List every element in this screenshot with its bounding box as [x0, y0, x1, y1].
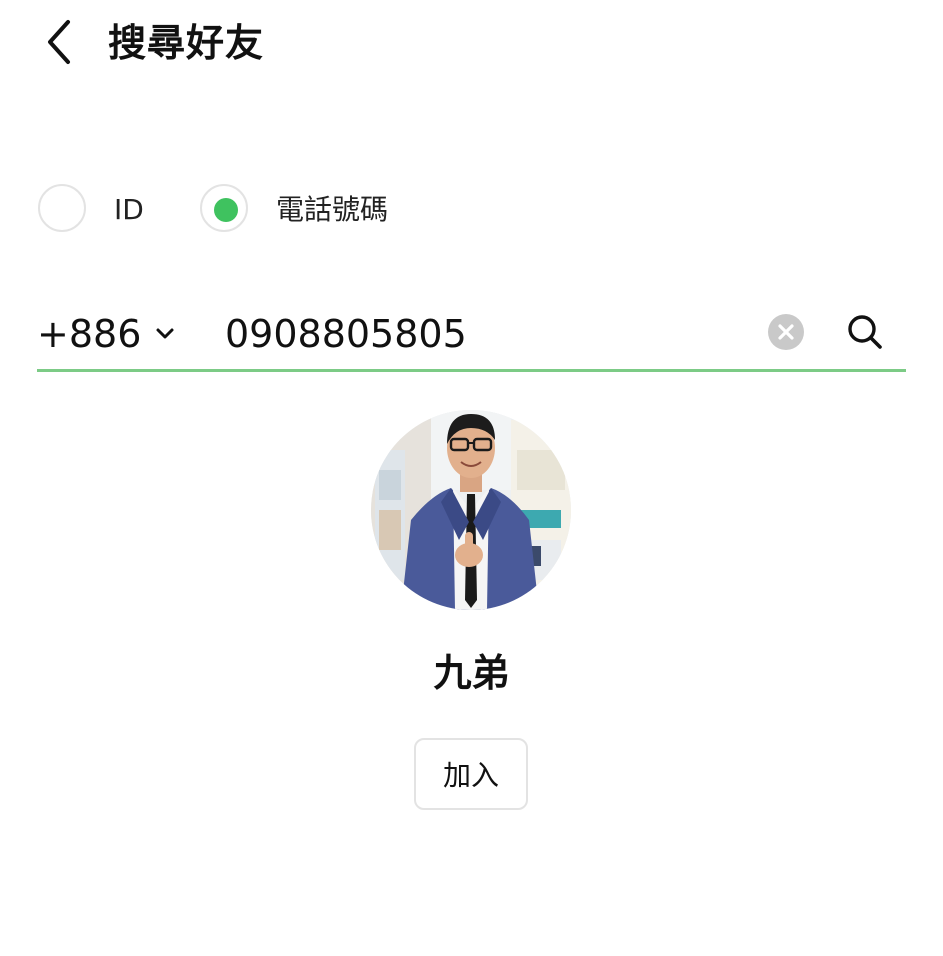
- clear-circle-icon: [768, 314, 804, 350]
- country-code: +886: [37, 312, 142, 356]
- radio-option-phone[interactable]: 電話號碼: [200, 180, 430, 240]
- radio-selected-dot: [214, 198, 238, 222]
- phone-search-bar: +886: [37, 300, 906, 372]
- search-icon: [848, 315, 882, 349]
- radio-option-id[interactable]: ID: [38, 180, 168, 240]
- profile-photo: [371, 410, 571, 610]
- chevron-down-icon: [156, 328, 174, 339]
- clear-button[interactable]: [766, 312, 806, 352]
- phone-number-input[interactable]: [225, 308, 745, 360]
- search-button[interactable]: [843, 310, 887, 354]
- avatar[interactable]: [371, 410, 571, 610]
- back-button[interactable]: [30, 14, 86, 70]
- chevron-left-icon: [48, 20, 70, 64]
- search-type-selector: ID 電話號碼: [0, 180, 943, 240]
- radio-label-phone: 電話號碼: [276, 193, 389, 226]
- country-code-selector[interactable]: +886: [37, 306, 197, 362]
- add-friend-button[interactable]: 加入: [414, 738, 528, 810]
- user-name: 九弟: [433, 651, 510, 695]
- radio-label-id: ID: [114, 193, 144, 226]
- radio-circle-selected[interactable]: [200, 184, 248, 232]
- header: 搜尋好友: [0, 0, 943, 90]
- radio-circle[interactable]: [38, 184, 86, 232]
- page-title: 搜尋好友: [108, 21, 265, 65]
